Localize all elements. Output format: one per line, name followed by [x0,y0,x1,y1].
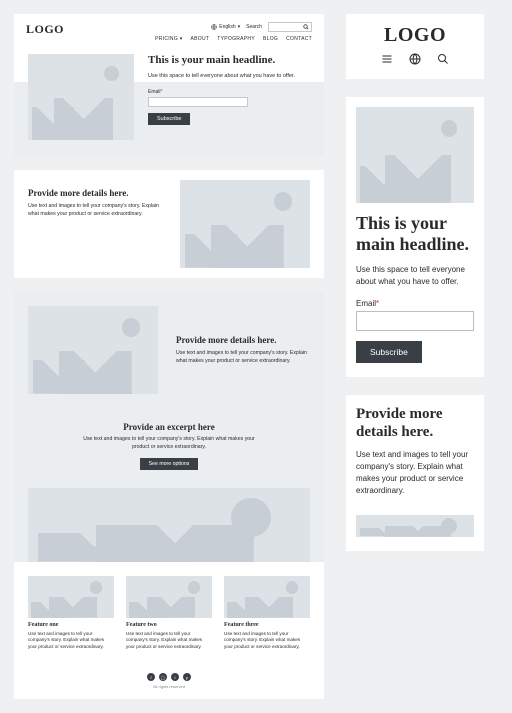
feature-1: Feature one Use text and images to tell … [28,576,114,652]
details-2-text: Provide more details here. Use text and … [176,335,310,366]
subscribe-button[interactable]: Subscribe [148,113,190,125]
features-row: Feature one Use text and images to tell … [14,562,324,666]
hero-content: This is your main headline. Use this spa… [148,50,310,125]
feature-2-image-placeholder [126,576,212,618]
mobile-header: LOGO [346,14,484,79]
mobile-details-body: Use text and images to tell your company… [356,449,474,497]
header-right: English ▾ Search PRICING ▾ ABOUT TYPOGRA… [155,22,312,42]
section-excerpt: Provide an excerpt here Use text and ima… [14,408,324,480]
details-2-body: Use text and images to tell your company… [176,350,310,366]
excerpt-image-placeholder [28,488,310,562]
hero-headline: This is your main headline. [148,54,310,67]
search-input[interactable] [271,24,301,30]
nav-about[interactable]: ABOUT [191,36,210,42]
details-2-image-placeholder [28,306,158,394]
mobile-details-image-placeholder [356,515,474,537]
hero-image-placeholder [28,54,134,140]
mobile-details: Provide more details here. Use text and … [346,395,484,511]
pinterest-icon[interactable]: p [183,673,191,681]
search-box[interactable] [268,22,312,32]
mobile-subscribe-button[interactable]: Subscribe [356,341,422,363]
hamburger-icon[interactable] [381,53,393,65]
feature-3-image-placeholder [224,576,310,618]
mobile-details-heading: Provide more details here. [356,405,474,441]
mobile-preview: LOGO This is your main headline. Use thi… [346,14,484,551]
primary-nav: PRICING ▾ ABOUT TYPOGRAPHY BLOG CONTACT [155,36,312,42]
details-1-text: Provide more details here. Use text and … [28,170,162,237]
feature-2: Feature two Use text and images to tell … [126,576,212,652]
details-1-heading: Provide more details here. [28,188,162,198]
language-switcher[interactable]: English ▾ [211,24,240,30]
feature-2-body: Use text and images to tell your company… [126,631,212,652]
search-icon [303,24,309,30]
desktop-preview: LOGO English ▾ Search [14,14,324,699]
top-utility-bar: English ▾ Search [211,22,312,32]
mobile-details-media [346,511,484,551]
search-label: Search [246,24,262,30]
section-details-2: Provide more details here. Use text and … [14,292,324,408]
details-1-image-placeholder [180,180,310,268]
chevron-down-icon: ▾ [178,36,183,42]
facebook-icon[interactable]: f [147,673,155,681]
mobile-nav [356,53,474,65]
twitter-icon[interactable]: t [171,673,179,681]
email-label: Email* [148,89,310,95]
hero-subtext: Use this space to tell everyone about wh… [148,73,310,81]
feature-3: Feature three Use text and images to tel… [224,576,310,652]
mobile-email-label: Email* [356,299,474,308]
hero-section: This is your main headline. Use this spa… [14,48,324,156]
section-hero-card: LOGO English ▾ Search [14,14,324,156]
instagram-icon[interactable]: ◯ [159,673,167,681]
nav-typography[interactable]: TYPOGRAPHY [217,36,255,42]
feature-1-image-placeholder [28,576,114,618]
mobile-email-field[interactable] [356,311,474,331]
feature-1-body: Use text and images to tell your company… [28,631,114,652]
brand-logo[interactable]: LOGO [26,22,64,37]
composite-tinted-area: Provide more details here. Use text and … [14,292,324,562]
details-1-body: Use text and images to tell your company… [28,203,162,219]
search-icon[interactable] [437,53,449,65]
site-footer: f ◯ t p All rights reserved [14,665,324,699]
footer-copyright: All rights reserved [14,684,324,689]
mobile-hero-subtext: Use this space to tell everyone about wh… [356,264,474,286]
details-2-heading: Provide more details here. [176,335,310,345]
nav-contact[interactable]: CONTACT [286,36,312,42]
chevron-down-icon: ▾ [238,24,241,30]
globe-icon [211,24,217,30]
email-field[interactable] [148,97,248,107]
social-links: f ◯ t p [14,673,324,681]
feature-3-body: Use text and images to tell your company… [224,631,310,652]
nav-blog[interactable]: BLOG [263,36,278,42]
section-details-1: Provide more details here. Use text and … [14,170,324,278]
see-more-button[interactable]: See more options [140,458,199,470]
feature-1-title: Feature one [28,622,114,628]
mobile-brand-logo[interactable]: LOGO [356,24,474,47]
mobile-hero-headline: This is your main headline. [356,213,474,254]
language-label: English [219,24,235,30]
nav-pricing[interactable]: PRICING ▾ [155,36,182,42]
site-header: LOGO English ▾ Search [14,14,324,48]
mobile-hero: This is your main headline. Use this spa… [346,97,484,377]
feature-3-title: Feature three [224,622,310,628]
excerpt-media [28,488,310,562]
mobile-spacer-1 [346,79,484,97]
excerpt-body: Use text and images to tell your company… [79,436,259,452]
excerpt-heading: Provide an excerpt here [34,422,304,432]
feature-2-title: Feature two [126,622,212,628]
section-composite: Provide more details here. Use text and … [14,292,324,699]
mobile-spacer-2 [346,377,484,395]
globe-icon[interactable] [409,53,421,65]
mobile-hero-image-placeholder [356,107,474,203]
